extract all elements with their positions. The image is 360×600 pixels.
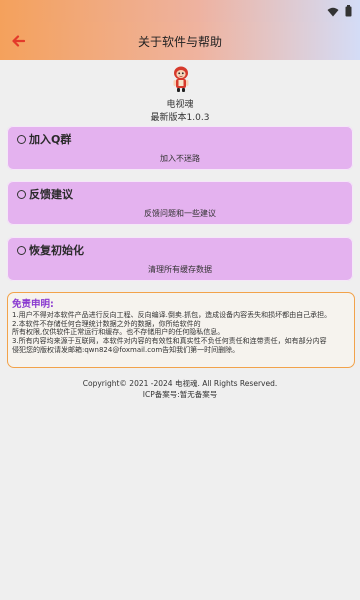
disclaimer-line: 侵犯您的版权请发邮箱:qwn824@foxmail.com告知我们第一时间删除。: [12, 345, 240, 354]
status-icons: [327, 4, 352, 18]
card-subtitle: 清理所有缓存数据: [148, 265, 212, 274]
app-logo-icon: [171, 65, 191, 93]
title-bar: 关于软件与帮助: [0, 22, 360, 60]
circle-bullet-icon: [17, 134, 26, 144]
status-bar: [0, 0, 360, 22]
reset-card[interactable]: 恢复初始化 清理所有缓存数据: [7, 237, 353, 281]
card-title: 反馈建议: [17, 186, 73, 202]
page-title: 关于软件与帮助: [137, 35, 222, 49]
disclaimer-box: 免责申明: 1.用户不得对本软件产品进行反向工程、反向编译.倒卖.抓包，造成设备…: [7, 292, 355, 368]
app-name: 电视魂: [166, 100, 194, 110]
disclaimer-line: 2.本软件不存储任何合理统计数据之外的数据，你所给软件的: [12, 319, 201, 328]
circle-bullet-icon: [17, 245, 26, 255]
battery-icon: [345, 2, 352, 21]
card-subtitle: 加入不迷路: [160, 154, 200, 163]
join-group-card[interactable]: 加入Q群 加入不迷路: [7, 126, 353, 170]
card-subtitle: 反馈问题和一些建议: [144, 209, 216, 218]
card-title: 加入Q群: [17, 131, 71, 147]
app-version: 最新版本1.0.3: [150, 113, 210, 123]
disclaimer-line: 所有权限,仅供软件正常运行和缓存。也不存储用户的任何隐私信息。: [12, 328, 225, 337]
card-title: 恢复初始化: [17, 242, 84, 258]
feedback-card[interactable]: 反馈建议 反馈问题和一些建议: [7, 181, 353, 225]
icp-text: ICP备案号:暂无备案号: [142, 390, 218, 399]
disclaimer-line: 1.用户不得对本软件产品进行反向工程、反向编译.倒卖.抓包，造成设备内容丢失和损…: [12, 311, 332, 319]
wifi-icon: [327, 2, 339, 21]
disclaimer-line: 3.所有内容均来源于互联网，本软件对内容的有效性和真实性不负任何责任和连带责任，…: [12, 337, 327, 346]
copyright-text: Copyright© 2021 -2024 电视魂. All Rights Re…: [82, 379, 278, 388]
disclaimer-title: 免责申明:: [12, 299, 54, 310]
circle-bullet-icon: [17, 189, 26, 199]
